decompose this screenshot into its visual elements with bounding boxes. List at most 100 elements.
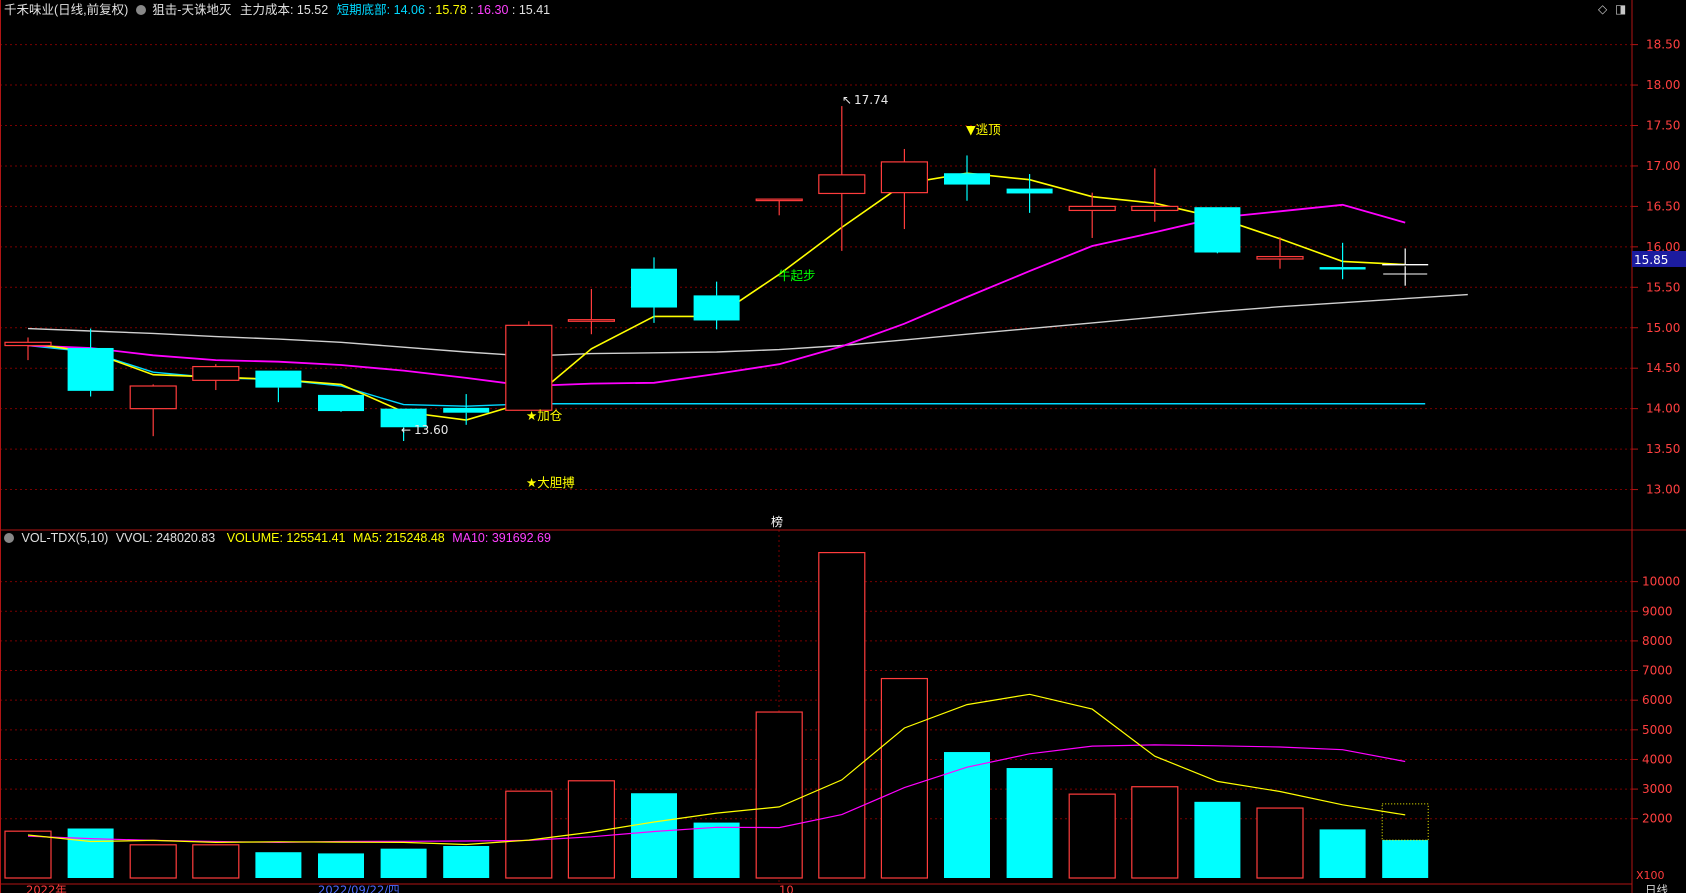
volume-panel-header: VOL-TDX(5,10) VVOL: 248020.83 VOLUME: 12… (4, 529, 551, 547)
date-label-month: 10 (779, 883, 794, 893)
panel-toggle-icon[interactable]: ◨ (1615, 2, 1626, 16)
price-axis-label: 18.50 (1646, 38, 1680, 52)
volume-bar (129, 844, 177, 879)
price-axis-label: 17.50 (1646, 119, 1680, 133)
price-axis-label: 13.50 (1646, 442, 1680, 456)
candle-body (631, 268, 677, 308)
bull-start-label: 牛起步 (778, 268, 816, 283)
low-price-label: 13.60 (414, 423, 448, 437)
volume-bar (1131, 786, 1179, 879)
candle-body (755, 198, 803, 202)
current-price-marker: 15.85 (1632, 250, 1686, 267)
volume-bar (318, 853, 364, 878)
volume-bar (1256, 807, 1304, 879)
candle (318, 394, 364, 412)
candle-body (255, 370, 302, 388)
candle-body (67, 347, 114, 391)
candle-body (567, 319, 616, 322)
volume-axis-label: 10000 (1642, 575, 1680, 589)
volume-bar (380, 848, 427, 878)
current-price-label: 15.85 (1634, 253, 1668, 267)
indicator-name[interactable]: 狙击-天诛地灭 (152, 3, 231, 17)
volume-bar (818, 551, 866, 879)
candle-body (192, 365, 240, 381)
stock-title[interactable]: 千禾味业(日线,前复权) (4, 3, 128, 17)
yellow-line-value: 15.78 (435, 3, 467, 17)
separator: : (428, 3, 432, 17)
date-label-cursor: 2022/09/22/四 (318, 883, 400, 893)
volume-bar (255, 852, 302, 878)
escape-top-label: ▼逃顶 (966, 122, 1001, 137)
ma5-value: MA5: 215248.48 (353, 531, 445, 545)
date-label-year: 2022年 (26, 883, 67, 893)
volume-bar (67, 828, 114, 878)
volume-bar (192, 844, 240, 879)
candle-body (1256, 255, 1304, 260)
indicator-toggle-icon[interactable] (135, 5, 146, 15)
volume-bar (1194, 801, 1241, 878)
price-axis-label: 14.00 (1646, 402, 1680, 416)
volume-axis-label: 7000 (1642, 664, 1673, 678)
volume-axis-label: 2000 (1642, 812, 1673, 826)
candle-body (318, 394, 364, 412)
candle-body (818, 174, 866, 195)
candle-body (693, 295, 740, 321)
volume-indicator-name[interactable]: VOL-TDX(5,10) (21, 531, 108, 545)
candle-body (1131, 205, 1179, 212)
volume-axis-label: 8000 (1642, 634, 1673, 648)
candle (505, 321, 553, 411)
period-label: 日线 (1645, 883, 1668, 893)
volume-value: VOLUME: 125541.41 (226, 531, 346, 545)
add-position-label: ★加仓 (526, 408, 563, 423)
volume-bar (1006, 768, 1053, 878)
candle-body (4, 341, 52, 347)
separator: : (470, 3, 474, 17)
candle-body (443, 407, 490, 413)
bold-buy-label: ★大胆搏 (526, 475, 575, 490)
price-axis-label: 15.50 (1646, 280, 1680, 294)
price-axis-label: 14.50 (1646, 361, 1680, 375)
short-bottom-label: 短期底部: (336, 3, 391, 17)
main-cost-label: 主力成本: (239, 3, 294, 17)
separator: : (511, 3, 516, 17)
candle-body (1319, 267, 1366, 270)
candle-body (1068, 205, 1116, 212)
volume-axis-label: 6000 (1642, 693, 1673, 707)
price-axis-label: 17.00 (1646, 159, 1680, 173)
bang-label: 榜 (771, 514, 783, 529)
volume-toggle-icon[interactable] (4, 533, 14, 543)
volume-unit-label: X100 (1636, 869, 1665, 882)
candle-body (880, 161, 929, 194)
short-bottom-value: 14.06 (393, 3, 425, 17)
volume-bar (944, 752, 990, 878)
candle-body (505, 324, 553, 411)
price-axis-label: 18.00 (1646, 78, 1680, 92)
volume-bar (4, 830, 52, 879)
candle-body (129, 385, 177, 410)
ma10-value: MA10: 391692.69 (452, 531, 551, 545)
volume-bar (1382, 840, 1429, 878)
volume-bar (755, 711, 803, 879)
volume-axis-label: 3000 (1642, 782, 1673, 796)
high-arrow-icon: ↖ (842, 93, 852, 107)
price-panel-header: 千禾味业(日线,前复权) 狙击-天诛地灭 主力成本: 15.52 短期底部: 1… (4, 1, 550, 19)
price-axis-label: 15.00 (1646, 321, 1680, 335)
candle-body (1006, 188, 1053, 194)
volume-bar (1319, 829, 1366, 878)
main-cost-value: 15.52 (296, 3, 329, 17)
price-axis-label: 13.00 (1646, 483, 1680, 497)
candle-body (1194, 207, 1241, 253)
volume-bar (505, 790, 553, 879)
volume-axis-label: 9000 (1642, 604, 1673, 618)
white-line-value: 15.41 (518, 3, 551, 17)
volume-bar (693, 822, 740, 878)
diamond-icon[interactable]: ◇ (1598, 2, 1607, 16)
volume-bar (443, 845, 490, 878)
vvol-value: VVOL: 248020.83 (115, 531, 216, 545)
stock-chart[interactable]: 18.5018.0017.5017.0016.5016.0015.5015.00… (0, 0, 1686, 893)
high-price-label: 17.74 (854, 93, 888, 107)
price-axis-label: 16.50 (1646, 199, 1680, 213)
candle (1194, 207, 1241, 254)
low-arrow-icon: ← (401, 423, 411, 437)
volume-axis-label: 5000 (1642, 723, 1673, 737)
